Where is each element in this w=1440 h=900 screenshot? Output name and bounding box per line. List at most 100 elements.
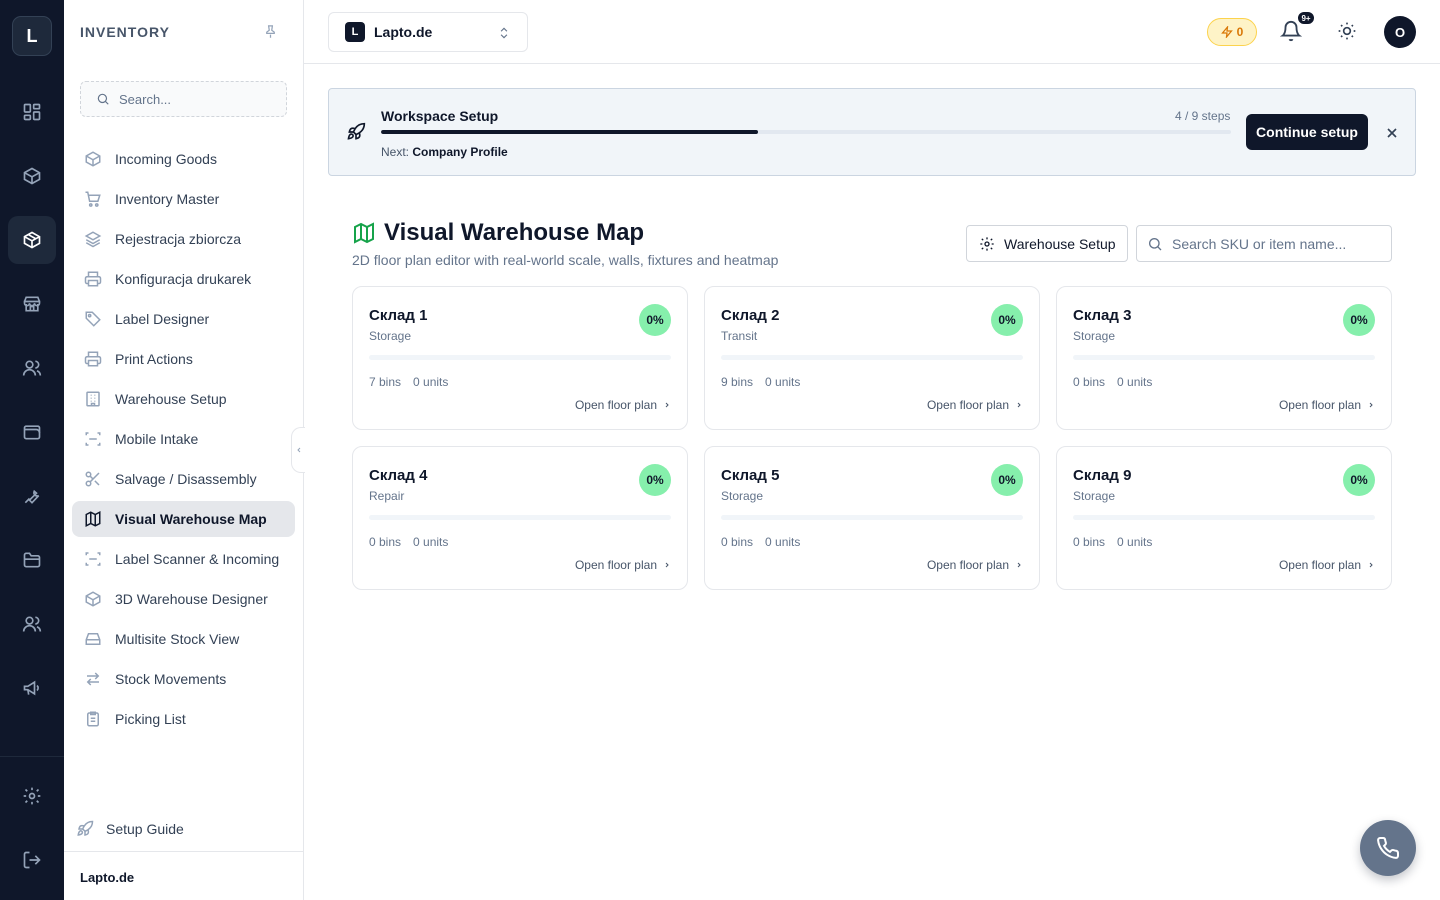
- workspace-select[interactable]: L Lapto.de: [328, 12, 528, 52]
- sidebar-item-label-designer[interactable]: Label Designer: [72, 301, 295, 337]
- setup-guide-label: Setup Guide: [106, 821, 184, 837]
- package-icon: [23, 167, 41, 185]
- workspace-badge: L: [345, 22, 365, 42]
- warehouse-name: Склад 3: [1073, 307, 1132, 324]
- sidebar-item-rejestracja-zbiorcza[interactable]: Rejestracja zbiorcza: [72, 221, 295, 257]
- warehouse-card[interactable]: Склад 1 Storage 0% 7 bins 0 units Open f…: [352, 286, 688, 430]
- warehouse-setup-label: Warehouse Setup: [1004, 235, 1116, 252]
- rail-wallet[interactable]: [8, 408, 56, 456]
- sidebar-title: INVENTORY: [80, 24, 170, 40]
- sku-search-input[interactable]: Search SKU or item name...: [1136, 225, 1392, 262]
- setup-next-value: Company Profile: [412, 145, 508, 159]
- open-floor-plan-link[interactable]: Open floor plan: [927, 558, 1023, 572]
- sidebar-item-picking-list[interactable]: Picking List: [72, 701, 295, 737]
- warehouse-card[interactable]: Склад 9 Storage 0% 0 bins 0 units Open f…: [1056, 446, 1392, 590]
- units-count: 0 units: [765, 375, 801, 389]
- sidebar-item-mobile-intake[interactable]: Mobile Intake: [72, 421, 295, 457]
- sidebar-footer-workspace: Lapto.de: [64, 851, 303, 900]
- support-call-button[interactable]: [1360, 820, 1416, 876]
- rail-inventory[interactable]: [8, 216, 56, 264]
- warehouse-stats: 0 bins 0 units: [369, 535, 448, 549]
- open-floor-plan-link[interactable]: Open floor plan: [575, 398, 671, 412]
- rail-marketing[interactable]: [8, 664, 56, 712]
- sidebar-item-3d-warehouse-designer[interactable]: 3D Warehouse Designer: [72, 581, 295, 617]
- sidebar-item-label: Label Designer: [115, 311, 210, 327]
- sidebar-item-label: 3D Warehouse Designer: [115, 591, 268, 607]
- warehouse-stats: 0 bins 0 units: [1073, 535, 1152, 549]
- rail-divider: [0, 756, 64, 757]
- map-icon: [354, 222, 374, 244]
- occupancy-badge: 0%: [1343, 464, 1375, 496]
- setup-steps-count: 4 / 9 steps: [1175, 109, 1231, 123]
- sidebar-item-visual-warehouse-map[interactable]: Visual Warehouse Map: [72, 501, 295, 537]
- open-floor-plan-label: Open floor plan: [926, 558, 1009, 572]
- sidebar-item-multisite-stock-view[interactable]: Multisite Stock View: [72, 621, 295, 657]
- rail-dashboard[interactable]: [8, 88, 56, 136]
- sidebar-item-warehouse-setup[interactable]: Warehouse Setup: [72, 381, 295, 417]
- setup-next-label: Next:: [381, 145, 410, 159]
- warehouse-card[interactable]: Склад 4 Repair 0% 0 bins 0 units Open fl…: [352, 446, 688, 590]
- sidebar-collapse-handle[interactable]: [291, 427, 305, 473]
- warehouse-card[interactable]: Склад 3 Storage 0% 0 bins 0 units Open f…: [1056, 286, 1392, 430]
- bins-count: 0 bins: [1073, 535, 1106, 549]
- page-subtitle: 2D floor plan editor with real-world sca…: [352, 252, 779, 268]
- rail-contacts[interactable]: [8, 600, 56, 648]
- warehouse-type: Repair: [369, 489, 405, 503]
- open-floor-plan-link[interactable]: Open floor plan: [927, 398, 1023, 412]
- setup-guide-link[interactable]: Setup Guide: [76, 820, 184, 838]
- warehouse-card[interactable]: Склад 5 Storage 0% 0 bins 0 units Open f…: [704, 446, 1040, 590]
- open-floor-plan-link[interactable]: Open floor plan: [1279, 398, 1375, 412]
- building-icon: [86, 391, 100, 407]
- wrench-icon: [24, 489, 40, 504]
- sidebar-item-label-scanner[interactable]: Label Scanner & Incoming: [72, 541, 295, 577]
- rail-files[interactable]: [8, 536, 56, 584]
- open-floor-plan-label: Open floor plan: [926, 398, 1009, 412]
- sidebar-item-konfiguracja-drukarek[interactable]: Konfiguracja drukarek: [72, 261, 295, 297]
- scan-icon: [85, 552, 101, 566]
- occupancy-badge: 0%: [991, 464, 1023, 496]
- sidebar-item-inventory-master[interactable]: Inventory Master: [72, 181, 295, 217]
- open-floor-plan-label: Open floor plan: [574, 558, 657, 572]
- warehouse-setup-button[interactable]: Warehouse Setup: [966, 225, 1128, 262]
- store-icon: [23, 296, 41, 312]
- occupancy-bar: [1073, 355, 1375, 360]
- open-floor-plan-link[interactable]: Open floor plan: [1279, 558, 1375, 572]
- rail-store[interactable]: [8, 280, 56, 328]
- printer-icon: [84, 351, 102, 367]
- wallet-icon: [23, 425, 41, 440]
- app-logo[interactable]: L: [12, 16, 52, 56]
- workspace-setup-banner: Workspace Setup 4 / 9 steps Next: Compan…: [328, 88, 1416, 176]
- pin-button[interactable]: [263, 24, 278, 39]
- rail-settings[interactable]: [8, 772, 56, 820]
- units-count: 0 units: [413, 375, 449, 389]
- rail-tools[interactable]: [8, 472, 56, 520]
- bins-count: 9 bins: [721, 375, 754, 389]
- continue-setup-button[interactable]: Continue setup: [1246, 114, 1368, 150]
- page-title: Visual Warehouse Map: [384, 219, 645, 246]
- sidebar-search-input[interactable]: Search...: [80, 81, 287, 117]
- rail-logout[interactable]: [8, 836, 56, 884]
- rail-products[interactable]: [8, 152, 56, 200]
- warehouse-card[interactable]: Склад 2 Transit 0% 9 bins 0 units Open f…: [704, 286, 1040, 430]
- sidebar-item-stock-movements[interactable]: Stock Movements: [72, 661, 295, 697]
- box-icon: [85, 591, 101, 607]
- credits-badge[interactable]: 0: [1207, 18, 1257, 46]
- sidebar-item-incoming-goods[interactable]: Incoming Goods: [72, 141, 295, 177]
- occupancy-bar: [369, 355, 671, 360]
- close-banner-button[interactable]: [1384, 125, 1400, 141]
- warehouse-type: Storage: [1073, 489, 1116, 503]
- rail-users[interactable]: [8, 344, 56, 392]
- open-floor-plan-label: Open floor plan: [1278, 398, 1361, 412]
- user-avatar[interactable]: O: [1384, 16, 1416, 48]
- open-floor-plan-link[interactable]: Open floor plan: [575, 558, 671, 572]
- warehouse-stats: 0 bins 0 units: [721, 535, 800, 549]
- chevron-right-icon: [1369, 562, 1373, 568]
- theme-toggle-button[interactable]: [1337, 21, 1357, 41]
- sidebar-item-salvage-disassembly[interactable]: Salvage / Disassembly: [72, 461, 295, 497]
- sidebar-item-print-actions[interactable]: Print Actions: [72, 341, 295, 377]
- layers-icon: [84, 231, 102, 248]
- setup-title: Workspace Setup: [381, 108, 499, 124]
- setup-progress-fill: [381, 130, 759, 134]
- sidebar-item-label: Konfiguracja drukarek: [115, 271, 252, 287]
- sidebar-item-label: Mobile Intake: [115, 431, 199, 447]
